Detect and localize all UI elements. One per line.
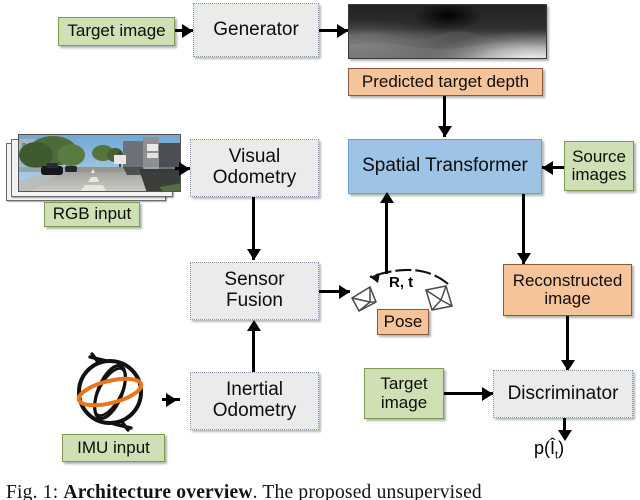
rgb-street-photo	[18, 134, 181, 192]
figure-caption: Fig. 1: Architecture overview. The propo…	[6, 482, 638, 500]
edge-target-generator-arrow	[182, 24, 193, 38]
caption-prefix: Fig. 1:	[6, 482, 59, 500]
edge-pose-transformer-arrow	[380, 192, 394, 203]
node-reconstructed-image: Reconstructed image	[503, 264, 632, 316]
node-spatial-transformer: Spatial Transformer	[348, 139, 542, 194]
gyroscope-icon	[60, 352, 160, 432]
rgb-street-photo-svg	[19, 135, 180, 191]
predicted-depth-map-image	[348, 4, 547, 59]
node-predicted-target-depth: Predicted target depth	[348, 68, 543, 96]
edge-io-fusion-arrow	[247, 320, 261, 331]
node-discriminator: Discriminator	[493, 370, 633, 418]
edge-depth-transformer-arrow	[438, 126, 452, 137]
edge-transformer-recon-arrow	[517, 253, 531, 264]
output-probability-head: p(Î	[534, 438, 556, 458]
node-source-images: Source images	[564, 141, 634, 191]
gyroscope-icon-svg	[76, 352, 144, 432]
edge-rgb-vo-arrow	[179, 162, 190, 176]
figure-canvas: Target image Generator Predicted target …	[0, 0, 640, 500]
node-pose: Pose	[377, 309, 429, 335]
node-target-image-bottom: Target image	[364, 368, 444, 419]
pose-rt-label: R, t	[389, 274, 414, 291]
rgb-image-stack	[6, 133, 182, 205]
node-visual-odometry: Visual Odometry	[190, 139, 319, 197]
edge-imu-io-arrow	[166, 393, 177, 407]
caption-bold: Architecture overview	[63, 482, 253, 500]
output-probability-label: p(Ît)	[534, 438, 564, 462]
edge-vo-fusion-arrow	[247, 249, 261, 260]
node-inertial-odometry: Inertial Odometry	[190, 372, 319, 430]
depth-map-svg	[349, 5, 546, 58]
edge-io-fusion-line	[252, 328, 255, 372]
node-imu-input: IMU input	[62, 434, 165, 462]
output-probability-tail: )	[558, 438, 565, 458]
caption-rest: . The proposed unsupervised	[252, 482, 482, 500]
edge-target-discriminator-arrow	[482, 387, 493, 401]
node-rgb-input: RGB input	[44, 202, 140, 227]
node-sensor-fusion: Sensor Fusion	[190, 262, 319, 320]
edge-pose-transformer-line	[385, 200, 388, 274]
edge-generator-depth-arrow	[337, 24, 348, 38]
node-generator: Generator	[193, 3, 319, 57]
node-target-image-top: Target image	[58, 17, 175, 46]
edge-source-transformer-arrow	[542, 161, 553, 175]
